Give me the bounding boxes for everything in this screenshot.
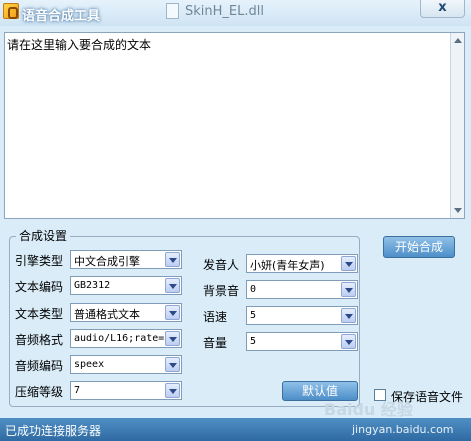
compression-level-select[interactable]: 7 — [70, 381, 182, 400]
speed-value: 5 — [250, 310, 257, 321]
compression-level-value: 7 — [74, 385, 81, 396]
status-text: 已成功连接服务器 — [5, 424, 102, 438]
voice-value: 小妍(青年女声) — [250, 259, 325, 272]
app-icon — [3, 3, 19, 19]
volume-value: 5 — [250, 336, 257, 347]
speed-select[interactable]: 5 — [246, 306, 358, 325]
close-button[interactable]: x — [420, 0, 465, 18]
chevron-down-icon[interactable] — [165, 305, 180, 320]
background-sound-select[interactable]: 0 — [246, 280, 358, 299]
synthesis-text-input[interactable]: 请在这里输入要合成的文本 — [4, 32, 465, 219]
text-encoding-select[interactable]: GB2312 — [70, 276, 182, 295]
window-title: 语音合成工具 — [22, 9, 101, 24]
background-sound-value: 0 — [250, 284, 257, 295]
text-encoding-label: 文本编码 — [15, 280, 64, 294]
audio-format-label: 音频格式 — [15, 333, 64, 347]
engine-type-select[interactable]: 中文合成引擎 — [70, 250, 182, 269]
scroll-up-icon[interactable] — [454, 38, 462, 43]
volume-select[interactable]: 5 — [246, 332, 358, 351]
file-icon — [166, 3, 179, 19]
chevron-down-icon[interactable] — [341, 308, 356, 323]
voice-select[interactable]: 小妍(青年女声) — [246, 254, 358, 273]
engine-type-value: 中文合成引擎 — [74, 255, 140, 268]
background-tab-label: SkinH_EL.dll — [185, 4, 264, 19]
watermark-logo: Baidu 经验 — [324, 400, 413, 419]
voice-label: 发音人 — [203, 258, 240, 272]
audio-codec-select[interactable]: speex — [70, 355, 182, 374]
vertical-scrollbar[interactable] — [450, 33, 464, 218]
engine-type-label: 引擎类型 — [15, 254, 64, 268]
start-synthesis-button[interactable]: 开始合成 — [383, 236, 455, 258]
background-sound-label: 背景音 — [203, 284, 240, 298]
chevron-down-icon[interactable] — [165, 383, 180, 398]
chevron-down-icon[interactable] — [165, 252, 180, 267]
speed-label: 语速 — [203, 310, 228, 324]
chevron-down-icon[interactable] — [341, 334, 356, 349]
settings-group-title: 合成设置 — [16, 227, 71, 244]
audio-format-select[interactable]: audio/L16;rate= — [70, 329, 182, 348]
chevron-down-icon[interactable] — [341, 282, 356, 297]
watermark-url: jingyan.baidu.com — [352, 423, 454, 436]
text-encoding-value: GB2312 — [74, 280, 111, 291]
text-type-label: 文本类型 — [15, 307, 64, 321]
chevron-down-icon[interactable] — [165, 331, 180, 346]
audio-format-value: audio/L16;rate= — [74, 333, 164, 344]
chevron-down-icon[interactable] — [165, 357, 180, 372]
scroll-down-icon[interactable] — [454, 208, 462, 213]
audio-codec-value: speex — [74, 359, 105, 370]
chevron-down-icon[interactable] — [341, 256, 356, 271]
text-type-select[interactable]: 普通格式文本 — [70, 303, 182, 322]
audio-codec-label: 音频编码 — [15, 359, 64, 373]
compression-level-label: 压缩等级 — [15, 385, 64, 399]
volume-label: 音量 — [203, 336, 228, 350]
text-type-value: 普通格式文本 — [74, 308, 140, 321]
chevron-down-icon[interactable] — [165, 278, 180, 293]
synthesis-text-value: 请在这里输入要合成的文本 — [7, 38, 152, 52]
title-bar: 语音合成工具 SkinH_EL.dll x — [0, 0, 471, 26]
